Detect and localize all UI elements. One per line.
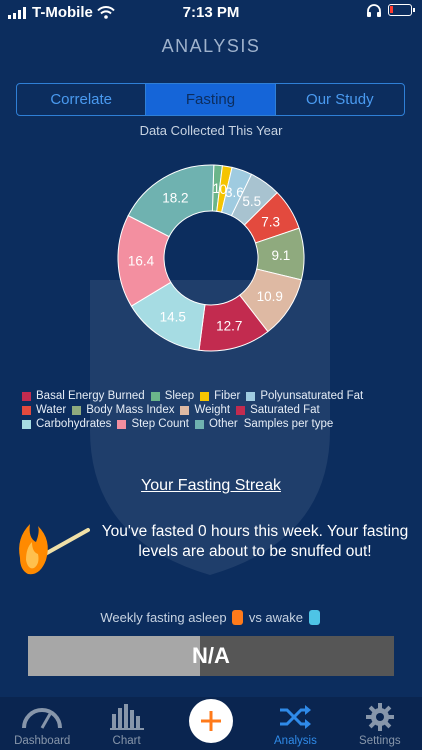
tab-label-chart: Chart	[112, 735, 141, 747]
streak-message: You've fasted 0 hours this week. Your fa…	[101, 523, 409, 560]
slice-label-body-mass-index: 9.1	[272, 248, 291, 263]
weekly-prefix: Weekly fasting asleep	[100, 610, 227, 625]
legend-swatch	[117, 419, 127, 429]
streak-title[interactable]: Your Fasting Streak	[0, 477, 422, 495]
tab-our-study[interactable]: Our Study	[274, 84, 404, 115]
tab-dashboard[interactable]: Dashboard	[0, 697, 84, 750]
slice-label-carbohydrates: 14.5	[160, 310, 186, 325]
legend-item: Fiber	[200, 390, 240, 402]
slice-label-basal-energy-burned: 5.5	[242, 194, 261, 209]
tab-fasting[interactable]: Fasting	[145, 84, 275, 115]
bar-chart-icon	[109, 704, 144, 730]
battery-icon	[388, 4, 415, 16]
gauge-icon	[22, 708, 63, 729]
legend-item: Sleep	[150, 390, 195, 402]
weekly-fasting-label: Weekly fasting asleep vs awake	[0, 610, 422, 625]
legend-row: Carbohydrates Step Count Other Samples per …	[22, 417, 412, 431]
shuffle-icon	[280, 705, 312, 729]
legend-item: Saturated Fat	[236, 404, 320, 416]
match-icon	[19, 524, 90, 575]
tab-analysis[interactable]: Analysis	[253, 697, 337, 750]
slice-label-step-count: 16.4	[128, 253, 155, 268]
status-bar: T-Mobile 7:13 PM	[0, 0, 422, 26]
legend-row: Water Body Mass Index Weight Saturated Fat	[22, 403, 412, 417]
legend-swatch	[236, 405, 246, 415]
add-button[interactable]	[189, 699, 233, 743]
status-right	[366, 3, 415, 17]
tab-correlate[interactable]: Correlate	[17, 84, 145, 115]
legend-item: Step Count	[117, 418, 189, 430]
legend-item: Weight	[180, 404, 230, 416]
legend-label: Basal Energy Burned	[36, 390, 145, 402]
legend-swatch	[22, 405, 31, 415]
legend-label: Water	[36, 404, 67, 416]
legend-label: Body Mass Index	[86, 404, 175, 416]
legend-label: Saturated Fat	[250, 404, 320, 416]
legend-label: Sleep	[164, 390, 195, 402]
tab-settings[interactable]: Settings	[338, 697, 422, 750]
tab-label-settings: Settings	[359, 735, 401, 747]
legend-swatch	[22, 419, 31, 429]
legend-label: Step Count	[131, 418, 189, 430]
legend-swatch	[150, 391, 160, 401]
legend-item: Basal Energy Burned	[22, 390, 145, 402]
legend-item: Other	[194, 418, 238, 430]
segmented-control: Correlate Fasting Our Study	[16, 83, 405, 116]
legend-swatch	[194, 419, 204, 429]
tab-chart[interactable]: Chart	[84, 697, 168, 750]
awake-color-swatch	[308, 610, 320, 625]
legend-swatch	[246, 391, 256, 401]
legend-item: Water	[22, 404, 66, 416]
page-title: ANALYSIS	[161, 36, 261, 56]
slice-label-weight: 10.9	[257, 289, 283, 304]
chart-subtitle: Data Collected This Year	[139, 123, 283, 138]
slice-label-other: 18.2	[162, 191, 188, 206]
legend-row: Basal Energy Burned Sleep Fiber Polyunsatur…	[22, 389, 412, 403]
progress-value: N/A	[192, 643, 230, 668]
legend-swatch	[22, 391, 31, 401]
fasting-progress-bar: N/A	[28, 636, 394, 676]
legend-item: Polyunsaturated Fat	[246, 390, 363, 402]
legend-swatch	[72, 405, 82, 415]
legend-swatch	[180, 405, 190, 415]
legend-label: Weight	[194, 404, 231, 416]
legend-item: Body Mass Index	[72, 404, 174, 416]
gear-icon	[365, 703, 394, 731]
tab-label-analysis: Analysis	[274, 735, 317, 747]
weekly-middle: vs awake	[248, 610, 304, 625]
tab-label-dashboard: Dashboard	[14, 735, 71, 747]
legend-label: Fiber	[214, 390, 241, 402]
headphones-icon	[367, 4, 381, 17]
chart-legend: Basal Energy Burned Sleep Fiber Polyunsatur…	[22, 389, 412, 431]
slice-label-water: 7.3	[261, 214, 280, 229]
legend-label: Polyunsaturated Fat	[260, 390, 364, 402]
donut-chart: 1 03.65.57.39.110.912.714.516.418.2	[117, 164, 305, 352]
legend-label: Other	[208, 418, 238, 430]
legend-swatch	[200, 391, 210, 401]
asleep-color-swatch	[232, 610, 244, 625]
plus-icon	[201, 711, 221, 731]
legend-item: Samples per type	[244, 418, 334, 430]
legend-label: Samples per type	[243, 418, 334, 430]
status-time: 7:13 PM	[182, 4, 240, 21]
legend-item: Carbohydrates	[22, 418, 111, 430]
legend-label: Carbohydrates	[36, 418, 112, 430]
slice-label-saturated-fat: 12.7	[216, 319, 242, 334]
